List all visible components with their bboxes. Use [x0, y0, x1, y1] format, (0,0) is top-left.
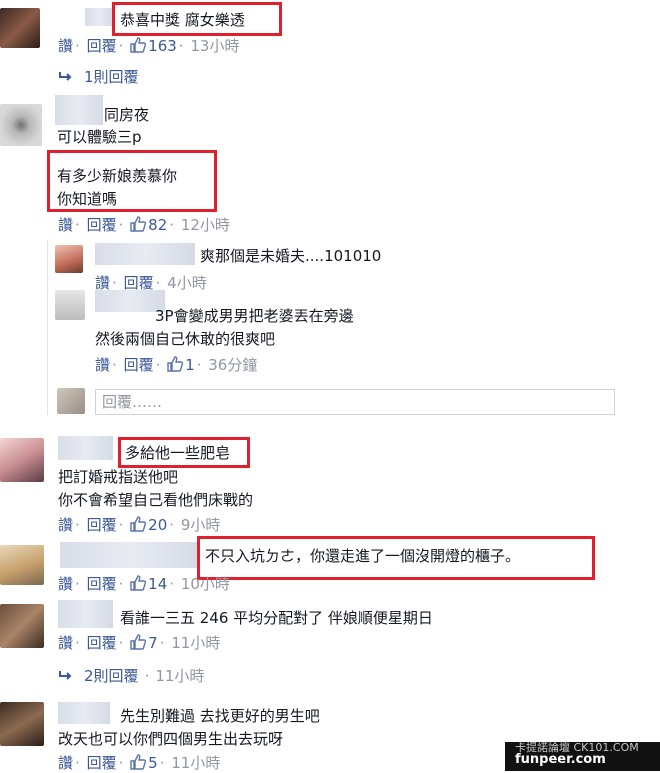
timestamp[interactable]: 4小時	[167, 274, 207, 292]
reply-text: 然後兩個自己休敢的很爽吧	[95, 330, 276, 348]
like-button[interactable]: 讚	[58, 516, 73, 534]
highlight-box	[197, 536, 595, 580]
thumbs-up-icon	[130, 754, 147, 770]
avatar[interactable]	[0, 702, 44, 746]
reply-button[interactable]: 回覆	[124, 356, 154, 374]
site-name: funpeer.com	[515, 752, 606, 767]
reply-input[interactable]: 回覆……	[95, 389, 615, 415]
commenter-name[interactable]	[85, 8, 113, 26]
reply-actions: 讚 · 回覆 · 1 · 36分鐘	[95, 356, 258, 374]
avatar[interactable]	[0, 104, 42, 146]
comment-actions: 讚 · 回覆 · 82 · 12小時	[58, 216, 230, 234]
avatar	[57, 388, 85, 414]
comment-text: 改天也可以你們四個男生出去玩呀	[58, 730, 284, 748]
highlight-box	[47, 150, 217, 212]
comment-actions: 讚 · 回覆 · 163 · 13小時	[58, 37, 240, 55]
timestamp[interactable]: 9小時	[181, 516, 221, 534]
like-count[interactable]: 20	[130, 516, 167, 534]
reply-arrow-icon	[59, 72, 72, 81]
timestamp[interactable]: 11小時	[171, 754, 220, 772]
timestamp[interactable]: 12小時	[181, 216, 230, 234]
reply-button[interactable]: 回覆	[87, 516, 117, 534]
like-button[interactable]: 讚	[58, 37, 73, 55]
reply-button[interactable]: 回覆	[87, 37, 117, 55]
reply-thread-line	[47, 240, 48, 415]
comment-actions: 讚 · 回覆 · 7 · 11小時	[58, 634, 221, 652]
like-count[interactable]: 1	[167, 356, 195, 374]
commenter-name[interactable]	[95, 243, 195, 265]
like-count[interactable]: 82	[130, 216, 167, 234]
thumbs-up-icon	[167, 356, 184, 372]
avatar[interactable]	[55, 245, 83, 273]
thumbs-up-icon	[130, 516, 147, 532]
like-count[interactable]: 5	[130, 754, 158, 772]
comment-text: 你不會希望自己看他們床戰的	[58, 491, 254, 509]
like-button[interactable]: 讚	[58, 754, 73, 772]
reply-text: 3P會變成男男把老婆丟在旁邊	[155, 307, 354, 325]
like-button[interactable]: 讚	[58, 216, 73, 234]
comment-actions: 讚 · 回覆 · 5 · 11小時	[58, 754, 221, 772]
highlight-box	[112, 2, 282, 36]
comment-text: 可以體驗三p	[57, 128, 142, 146]
commenter-name[interactable]	[58, 600, 113, 628]
timestamp[interactable]: 11小時	[171, 634, 220, 652]
avatar[interactable]	[55, 290, 85, 320]
comment-text: 同房夜	[104, 106, 150, 124]
timestamp[interactable]: 13小時	[190, 37, 239, 55]
view-replies-link[interactable]: 1則回覆	[58, 67, 139, 87]
thumbs-up-icon	[130, 37, 147, 53]
like-button[interactable]: 讚	[58, 575, 73, 593]
commenter-name[interactable]	[55, 95, 103, 125]
thumbs-up-icon	[130, 634, 147, 650]
timestamp[interactable]: 10小時	[181, 575, 230, 593]
timestamp[interactable]: 11小時	[155, 667, 204, 685]
timestamp[interactable]: 36分鐘	[208, 356, 257, 374]
like-count[interactable]: 163	[130, 37, 177, 55]
reply-text: 爽那個是未婚夫....101010	[200, 247, 382, 265]
commenter-name[interactable]	[58, 436, 113, 460]
comment-actions: 讚 · 回覆 · 20 · 9小時	[58, 516, 221, 534]
like-count[interactable]: 14	[130, 575, 167, 593]
like-button[interactable]: 讚	[95, 356, 110, 374]
view-replies-link[interactable]: 2則回覆 · 11小時	[58, 666, 204, 686]
reply-button[interactable]: 回覆	[87, 575, 117, 593]
like-button[interactable]: 讚	[58, 634, 73, 652]
thumbs-up-icon	[130, 575, 147, 591]
reply-button[interactable]: 回覆	[87, 216, 117, 234]
comment-text: 把訂婚戒指送他吧	[58, 468, 179, 486]
thumbs-up-icon	[130, 216, 147, 232]
like-count[interactable]: 7	[130, 634, 158, 652]
comment-actions: 讚 · 回覆 · 14 · 10小時	[58, 575, 230, 593]
avatar[interactable]	[0, 8, 40, 48]
comment-text: 先生別難過 去找更好的男生吧	[120, 707, 320, 725]
comment-text: 看誰一三五 246 平均分配對了 伴娘順便星期日	[120, 609, 433, 627]
avatar[interactable]	[0, 604, 44, 648]
reply-arrow-icon	[59, 671, 72, 680]
commenter-name[interactable]	[58, 702, 110, 724]
avatar[interactable]	[0, 545, 44, 585]
avatar[interactable]	[0, 438, 44, 482]
reply-button[interactable]: 回覆	[87, 754, 117, 772]
highlight-box	[118, 437, 250, 468]
commenter-name[interactable]	[60, 542, 200, 568]
reply-button[interactable]: 回覆	[87, 634, 117, 652]
